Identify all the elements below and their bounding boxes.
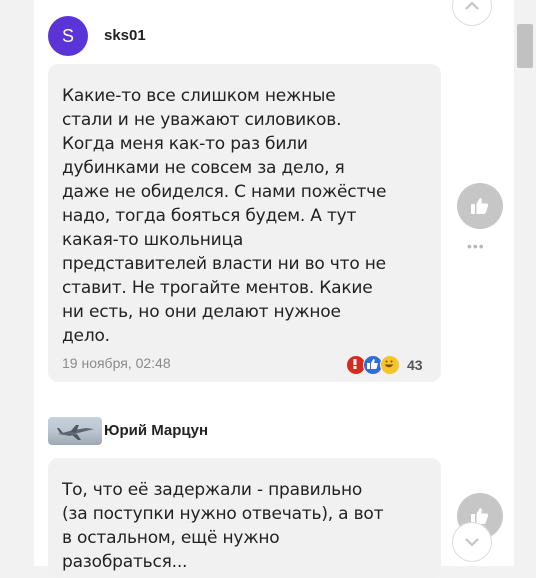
reactions-summary[interactable]: 43 — [346, 355, 423, 375]
comment-line: какая-то школьница — [62, 230, 244, 250]
comment-text: То, что её задержали - правильно (за пос… — [62, 478, 438, 574]
comment-line: представителей власти ни во что не — [62, 254, 386, 274]
like-button[interactable] — [457, 183, 503, 229]
chevron-up-icon — [465, 1, 479, 10]
username[interactable]: sks01 — [104, 27, 146, 44]
more-options-button[interactable]: ••• — [467, 238, 485, 254]
comment-line: ставит. Не трогайте ментов. Какие — [62, 278, 373, 298]
comment-line: (за поступки нужно отвечать), а вот — [62, 504, 384, 524]
scrollbar-thumb[interactable] — [517, 24, 533, 68]
reaction-count: 43 — [407, 357, 423, 373]
comment-line: То, что её задержали - правильно — [62, 480, 363, 500]
avatar[interactable] — [48, 417, 102, 445]
avatar-letter: S — [61, 25, 74, 46]
comment-line: стали и не уважают силовиков. — [62, 110, 342, 130]
comment-line: даже не обиделся. С нами пожёстче — [62, 182, 387, 202]
scroll-down-button[interactable] — [452, 522, 492, 562]
comment-line: Когда меня как-то раз били — [62, 134, 308, 154]
avatar[interactable]: S — [48, 16, 88, 56]
username[interactable]: Юрий Марцун — [104, 422, 208, 439]
comment-line: в остальном, ещё нужно — [62, 528, 280, 548]
comment-line: надо, тогда бояться будем. А тут — [62, 206, 357, 226]
page-scrollbar[interactable] — [514, 0, 536, 566]
comment-text: Какие-то все слишком нежные стали и не у… — [62, 84, 438, 348]
comment-line: ни есть, но они делают нужное — [62, 302, 341, 322]
comment-line: Какие-то все слишком нежные — [62, 86, 336, 106]
comment-line: разобраться... — [62, 552, 188, 572]
chevron-down-icon — [465, 538, 479, 547]
thumbs-up-icon — [471, 198, 489, 214]
comment-line: дело. — [62, 326, 110, 346]
haha-reaction-icon — [380, 355, 400, 375]
jet-photo-icon — [57, 425, 94, 440]
comment-timestamp: 19 ноября, 02:48 — [62, 355, 171, 371]
comment-line: дубинками не совсем за дело, я — [62, 158, 345, 178]
